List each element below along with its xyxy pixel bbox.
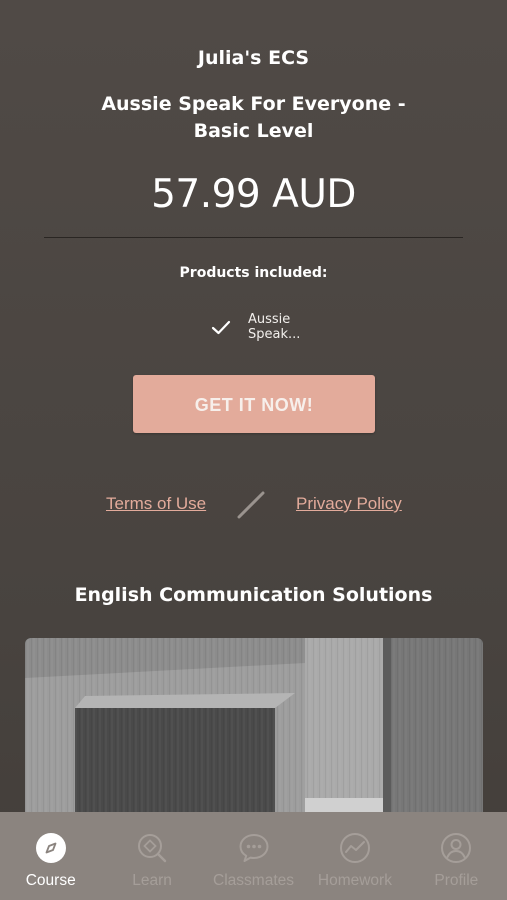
slash-separator — [237, 491, 265, 519]
tab-label: Learn — [132, 872, 172, 889]
products-included-label: Products included: — [179, 265, 328, 281]
chat-bubble-icon — [239, 834, 269, 862]
terms-of-use-link[interactable]: Terms of Use — [106, 494, 206, 514]
search-learn-icon — [138, 834, 167, 863]
school-name: Julia's ECS — [197, 47, 310, 69]
tab-course[interactable]: Course — [0, 812, 101, 900]
tab-profile[interactable]: Profile — [406, 812, 507, 900]
product-item-name: Aussie Speak... — [248, 312, 301, 342]
tab-classmates[interactable]: Classmates — [203, 812, 304, 900]
privacy-policy-link[interactable]: Privacy Policy — [296, 494, 402, 514]
tab-label: Classmates — [213, 872, 294, 889]
course-price: 57.99 AUD — [151, 172, 356, 217]
course-title: Aussie Speak For Everyone - Basic Level — [101, 93, 406, 142]
tab-label: Course — [25, 872, 76, 889]
compass-icon — [35, 833, 66, 863]
divider — [44, 237, 463, 238]
tab-label: Homework — [317, 872, 392, 889]
get-it-now-button[interactable]: GET IT NOW! — [133, 375, 375, 433]
checkmark-icon — [211, 320, 231, 335]
tab-learn[interactable]: Learn — [101, 812, 202, 900]
profile-icon — [441, 833, 472, 863]
bottom-tab-bar: Course Learn Classmates Homework Profile — [0, 812, 507, 900]
tab-homework[interactable]: Homework — [304, 812, 405, 900]
tab-label: Profile — [434, 872, 479, 889]
progress-chart-icon — [339, 833, 370, 863]
course-purchase-screen: Julia's ECS Aussie Speak For Everyone - … — [0, 0, 507, 900]
company-banner-image — [25, 638, 483, 818]
company-name: English Communication Solutions — [74, 584, 433, 606]
